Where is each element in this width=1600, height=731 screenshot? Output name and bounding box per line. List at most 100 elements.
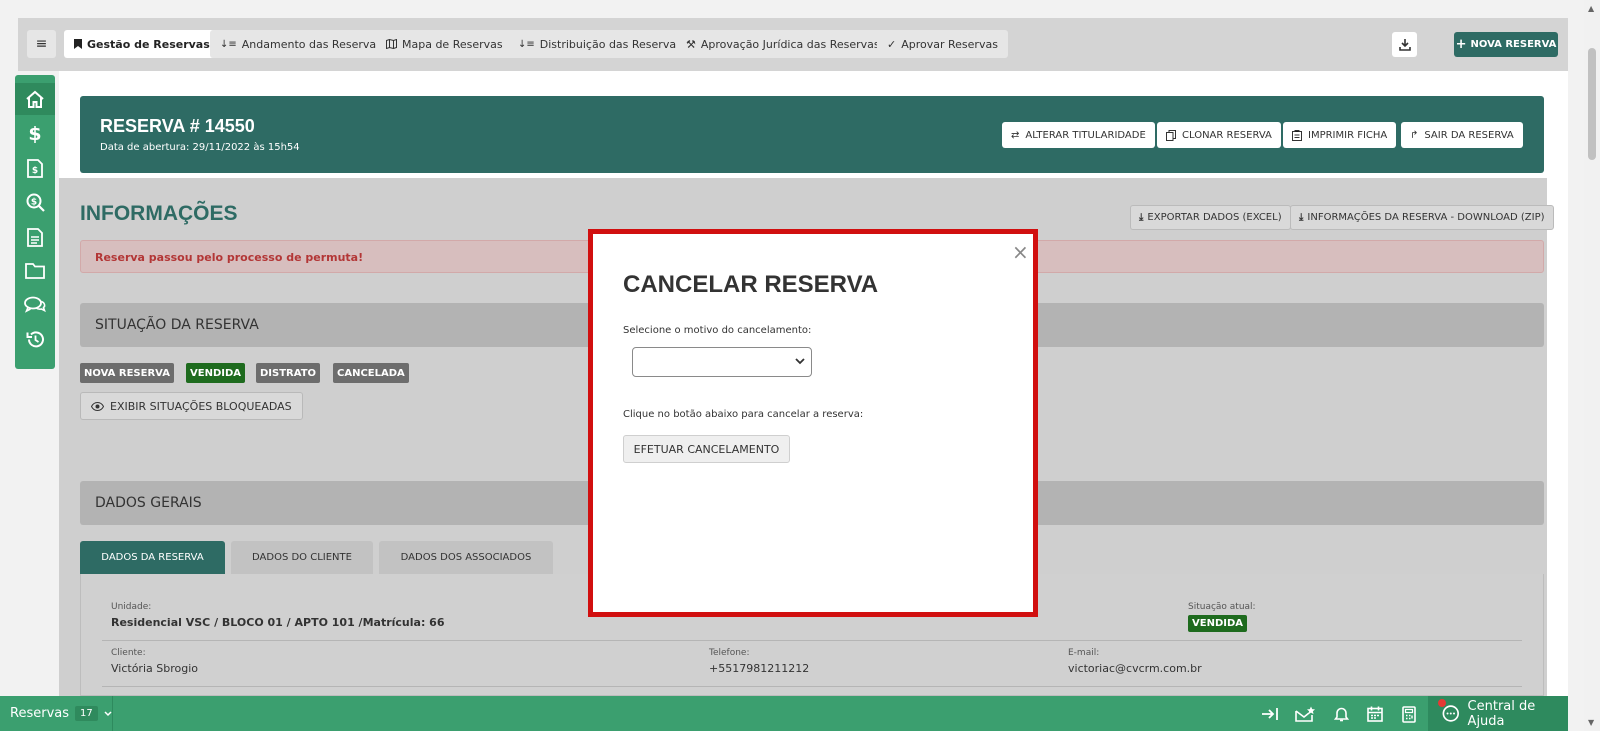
- action-label: Clique no botão abaixo para cancelar a r…: [623, 409, 864, 420]
- hamburger-icon: ≡: [35, 36, 48, 52]
- status-badge: NOVA RESERVA: [80, 363, 174, 383]
- calculator-button[interactable]: [1397, 702, 1421, 726]
- button-label: IMPRIMIR FICHA: [1308, 129, 1388, 141]
- reservations-selector[interactable]: Reservas 17: [0, 696, 113, 731]
- copy-icon: [1166, 129, 1176, 141]
- tab-aprovar-reservas[interactable]: ✓ Aprovar Reservas: [877, 30, 1008, 58]
- plus-icon: +: [1455, 37, 1467, 52]
- nav-pastas[interactable]: [15, 255, 55, 287]
- mail-button[interactable]: [1293, 702, 1317, 726]
- check-icon: ✓: [887, 37, 897, 51]
- reservation-header: RESERVA # 14550 Data de abertura: 29/11/…: [80, 96, 1544, 173]
- cliente-label: Cliente:: [111, 648, 146, 658]
- calendar-button[interactable]: [1363, 702, 1387, 726]
- divider: [102, 686, 1522, 687]
- nav-pesquisa-financeira[interactable]: $: [15, 186, 55, 218]
- share-icon: ↱: [1410, 129, 1419, 141]
- reason-select[interactable]: [632, 347, 812, 377]
- new-reservation-button[interactable]: + NOVA RESERVA: [1454, 32, 1558, 57]
- button-label: SAIR DA RESERVA: [1424, 129, 1514, 141]
- status-badge: VENDIDA: [186, 363, 246, 383]
- comments-icon: [24, 296, 46, 313]
- side-nav: $ $ $: [15, 75, 55, 369]
- tab-mapa-reservas[interactable]: Mapa de Reservas: [376, 30, 513, 58]
- tab-dados-cliente[interactable]: DADOS DO CLIENTE: [231, 541, 373, 574]
- email-value: victoriac@cvcrm.com.br: [1068, 662, 1202, 675]
- search-dollar-icon: $: [26, 193, 45, 212]
- nav-documentos[interactable]: [15, 221, 55, 253]
- home-icon: [26, 90, 44, 108]
- folder-icon: [25, 263, 45, 279]
- sign-in-icon: [1262, 708, 1278, 720]
- nav-faturas[interactable]: $: [15, 152, 55, 184]
- notifications-button[interactable]: [1329, 702, 1353, 726]
- tab-dados-associados[interactable]: DADOS DOS ASSOCIADOS: [379, 541, 553, 574]
- page-scrollbar[interactable]: ▲ ▼: [1584, 0, 1600, 731]
- nav-home[interactable]: [15, 83, 55, 115]
- download-button[interactable]: [1392, 32, 1417, 57]
- alert-text: Reserva passou pelo processo de permuta!: [95, 251, 364, 264]
- download-icon: [1398, 38, 1411, 51]
- export-zip-button[interactable]: ⤓ INFORMAÇÕES DA RESERVA - DOWNLOAD (ZIP…: [1290, 205, 1554, 230]
- tab-andamento-reservas[interactable]: ↓≡ Andamento das Reservas: [210, 30, 392, 58]
- tab-label: Aprovar Reservas: [901, 37, 998, 51]
- menu-button[interactable]: ≡: [27, 30, 56, 58]
- status-badge: CANCELADA: [333, 363, 409, 383]
- clipboard-icon: [1292, 129, 1302, 141]
- chat-icon: [1442, 705, 1459, 722]
- bell-icon: [1333, 707, 1349, 722]
- tab-aprovacao-juridica[interactable]: ⚒ Aprovação Jurídica das Reservas: [676, 30, 890, 58]
- nav-mensagens[interactable]: [15, 289, 55, 321]
- button-label: INFORMAÇÕES DA RESERVA - DOWNLOAD (ZIP): [1307, 212, 1545, 223]
- info-title: INFORMAÇÕES: [80, 202, 238, 225]
- section-title: SITUAÇÃO DA RESERVA: [95, 317, 259, 333]
- export-excel-button[interactable]: ⤓ EXPORTAR DADOS (EXCEL): [1130, 205, 1291, 230]
- help-center-button[interactable]: Central de Ajuda: [1428, 696, 1568, 731]
- scroll-down-icon[interactable]: ▼: [1588, 718, 1594, 727]
- tab-dados-reserva[interactable]: DADOS DA RESERVA: [80, 541, 225, 574]
- status-badge: VENDIDA: [1188, 615, 1248, 632]
- show-blocked-button[interactable]: EXIBIR SITUAÇÕES BLOQUEADAS: [80, 392, 303, 420]
- map-icon: [386, 39, 397, 49]
- help-label: Central de Ajuda: [1467, 698, 1536, 729]
- scroll-thumb[interactable]: [1588, 48, 1596, 160]
- swap-icon: ⇄: [1011, 129, 1020, 141]
- tab-distribuicao-reservas[interactable]: ↓≡ Distribuição das Reservas: [508, 30, 692, 58]
- exit-reservation-button[interactable]: ↱ SAIR DA RESERVA: [1401, 122, 1523, 148]
- new-reservation-label: NOVA RESERVA: [1470, 39, 1557, 50]
- unidade-label: Unidade:: [111, 602, 152, 612]
- close-icon[interactable]: ×: [1012, 240, 1029, 264]
- modal-title: CANCELAR RESERVA: [623, 271, 879, 298]
- download-icon: ⤓: [1139, 212, 1144, 223]
- notification-dot: [1438, 699, 1446, 707]
- tab-label: Aprovação Jurídica das Reservas: [700, 37, 880, 51]
- clone-reservation-button[interactable]: CLONAR RESERVA: [1157, 122, 1281, 148]
- download-icon: ⤓: [1299, 212, 1304, 223]
- svg-text:$: $: [30, 197, 36, 207]
- bottom-bar: Reservas 17 Central de Ajuda: [0, 696, 1568, 731]
- calculator-icon: [1402, 705, 1416, 723]
- reason-label: Selecione o motivo do cancelamento:: [623, 325, 812, 336]
- gavel-icon: ⚒: [686, 37, 696, 51]
- situacao-atual-label: Situação atual:: [1188, 602, 1256, 612]
- reservation-title: RESERVA # 14550: [100, 116, 255, 136]
- eye-icon: [91, 401, 104, 411]
- sort-icon: ↓≡: [518, 38, 535, 50]
- reservations-count: 17: [75, 706, 98, 721]
- scroll-up-icon[interactable]: ▲: [1588, 4, 1594, 13]
- nav-historico[interactable]: [15, 323, 55, 355]
- button-label: CLONAR RESERVA: [1182, 129, 1272, 141]
- tab-gestao-reservas[interactable]: Gestão de Reservas: [64, 30, 220, 58]
- dollar-icon: $: [28, 123, 42, 145]
- print-form-button[interactable]: IMPRIMIR FICHA: [1283, 122, 1397, 148]
- nav-financeiro[interactable]: $: [15, 118, 55, 150]
- chevron-down-icon: [104, 710, 112, 716]
- history-icon: [26, 330, 44, 347]
- svg-text:$: $: [32, 166, 38, 176]
- login-button[interactable]: [1258, 702, 1282, 726]
- change-ownership-button[interactable]: ⇄ ALTERAR TITULARIDADE: [1002, 122, 1155, 148]
- tab-label: Distribuição das Reservas: [539, 37, 682, 51]
- telefone-value: +5517981211212: [709, 662, 810, 675]
- confirm-cancel-button[interactable]: EFETUAR CANCELAMENTO: [623, 435, 790, 463]
- button-label: EXIBIR SITUAÇÕES BLOQUEADAS: [110, 399, 292, 413]
